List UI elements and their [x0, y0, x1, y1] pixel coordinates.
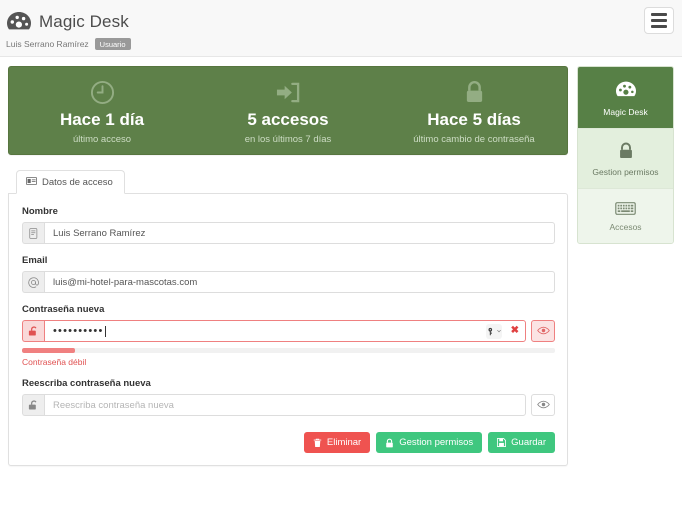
password-masked-value: •••••••••• [53, 326, 104, 337]
field-password-new: Contraseña nueva •••••••••• [22, 304, 555, 367]
stat-label: en los últimos 7 días [245, 134, 332, 145]
input-group: •••••••••• [22, 320, 526, 342]
unlock-icon [22, 394, 44, 416]
field-label: Contraseña nueva [22, 304, 555, 315]
sidebar-item-magic-desk[interactable]: Magic Desk [578, 67, 673, 129]
email-input[interactable] [44, 271, 555, 293]
lock-icon [385, 438, 394, 448]
sign-in-icon [275, 80, 302, 105]
hamburger-menu-icon [651, 25, 667, 28]
tab-label: Datos de acceso [42, 177, 113, 188]
stat-value: 5 accesos [247, 110, 328, 130]
stat-access-count: 5 accesos en los últimos 7 días [195, 67, 381, 154]
brand-title: Magic Desk [39, 12, 129, 32]
save-button[interactable]: Guardar [488, 432, 555, 453]
password-row: •••••••••• [22, 320, 555, 342]
hamburger-menu-button[interactable] [644, 7, 674, 34]
dashboard-gauge-icon [615, 80, 637, 100]
password-strength-fill [22, 348, 75, 353]
clear-x-icon[interactable]: ✖ [511, 326, 519, 336]
tab-panel: Datos de acceso Nombre [8, 169, 568, 466]
main-column: Hace 1 día último acceso 5 accesos en lo… [8, 66, 568, 466]
tab-strip: Datos de acceso [8, 169, 568, 193]
field-nombre: Nombre [22, 206, 555, 244]
stat-label: último acceso [73, 134, 131, 145]
password-confirm-input[interactable] [44, 394, 526, 416]
brand[interactable]: Magic Desk [6, 10, 129, 34]
sidebar-item-gestion-permisos[interactable]: Gestion permisos [578, 129, 673, 189]
nombre-input[interactable] [44, 222, 555, 244]
toggle-password-visibility-button[interactable] [531, 320, 555, 342]
stat-last-access: Hace 1 día último acceso [9, 67, 195, 154]
password-input[interactable]: •••••••••• [44, 320, 526, 342]
field-label: Nombre [22, 206, 555, 217]
lock-icon [618, 142, 634, 160]
top-navbar: Magic Desk Luis Serrano Ramírez Usuario [0, 0, 682, 57]
form-card: Nombre [8, 193, 568, 466]
hamburger-menu-icon [651, 19, 667, 22]
stat-value: Hace 5 días [427, 110, 521, 130]
stat-value: Hace 1 día [60, 110, 144, 130]
button-label: Gestion permisos [399, 437, 473, 448]
stat-password-change: Hace 5 días último cambio de contraseña [381, 67, 567, 154]
key-autofill-icon[interactable] [486, 324, 502, 339]
field-password-confirm: Reescriba contraseña nueva [22, 378, 555, 416]
input-group [22, 222, 555, 244]
clock-icon [90, 80, 115, 105]
eye-icon [537, 396, 550, 414]
save-floppy-icon [497, 438, 506, 447]
field-label: Reescriba contraseña nueva [22, 378, 555, 389]
password-confirm-row [22, 394, 555, 416]
id-card-icon [26, 177, 37, 188]
password-inline-tools: ✖ [486, 321, 519, 341]
sidebar-item-label: Magic Desk [603, 107, 647, 117]
lock-icon [464, 80, 485, 105]
sidebar-item-accesos[interactable]: Accesos [578, 189, 673, 243]
delete-button[interactable]: Eliminar [304, 432, 370, 453]
trash-icon [313, 438, 322, 448]
right-sidebar: Magic Desk Gestion permisos [577, 66, 674, 244]
input-group [22, 271, 555, 293]
keyboard-icon [615, 202, 636, 215]
toggle-password-confirm-visibility-button[interactable] [531, 394, 555, 416]
at-sign-icon [22, 271, 44, 293]
page-body: Hace 1 día último acceso 5 accesos en lo… [0, 57, 682, 466]
field-email: Email [22, 255, 555, 293]
current-user-name: Luis Serrano Ramírez [6, 39, 89, 49]
input-group [22, 394, 526, 416]
eye-icon [537, 322, 550, 340]
sidebar-nav: Magic Desk Gestion permisos [577, 66, 674, 244]
password-strength-bar [22, 348, 555, 353]
stat-label: último cambio de contraseña [413, 134, 534, 145]
user-role-badge: Usuario [95, 38, 131, 50]
tab-datos-de-acceso[interactable]: Datos de acceso [16, 170, 125, 194]
password-strength-text: Contraseña débil [22, 357, 555, 367]
sidebar-item-label: Gestion permisos [592, 167, 658, 177]
brand-subtitle: Luis Serrano Ramírez Usuario [6, 38, 131, 50]
stats-banner: Hace 1 día último acceso 5 accesos en lo… [8, 66, 568, 155]
dashboard-gauge-icon [6, 10, 32, 34]
button-label: Guardar [511, 437, 546, 448]
unlock-icon [22, 320, 44, 342]
text-caret [105, 326, 106, 337]
manage-permissions-button[interactable]: Gestion permisos [376, 432, 482, 453]
button-label: Eliminar [327, 437, 361, 448]
hamburger-menu-icon [651, 13, 667, 16]
field-label: Email [22, 255, 555, 266]
id-badge-icon [22, 222, 44, 244]
form-actions: Eliminar Gestion permisos [22, 432, 555, 453]
sidebar-item-label: Accesos [609, 222, 641, 232]
